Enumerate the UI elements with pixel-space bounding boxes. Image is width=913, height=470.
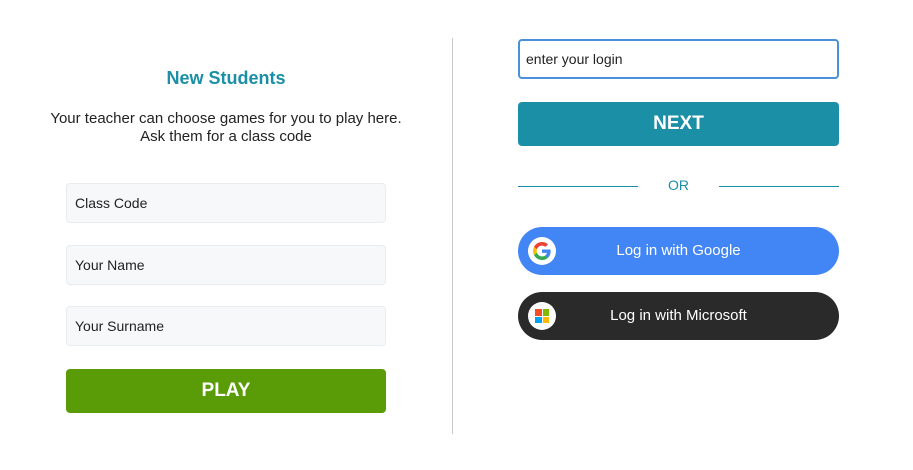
your-name-input[interactable] <box>66 245 386 285</box>
new-students-panel: New Students Your teacher can choose gam… <box>0 0 452 470</box>
microsoft-login-button[interactable]: Log in with Microsoft <box>518 292 839 340</box>
new-students-title: New Students <box>166 68 286 88</box>
or-line-right <box>719 186 839 187</box>
class-code-input[interactable] <box>66 183 386 223</box>
next-button[interactable]: NEXT <box>518 102 839 146</box>
microsoft-login-label: Log in with Microsoft <box>610 307 747 324</box>
description-line-1: Your teacher can choose games for you to… <box>50 110 402 127</box>
or-label: OR <box>668 177 689 193</box>
login-input[interactable] <box>518 39 839 79</box>
your-surname-input[interactable] <box>66 306 386 346</box>
new-students-description: Your teacher can choose games for you to… <box>0 110 452 146</box>
panel-divider <box>452 38 453 434</box>
google-login-button[interactable]: Log in with Google <box>518 227 839 275</box>
or-separator: OR <box>518 176 839 196</box>
play-button[interactable]: PLAY <box>66 369 386 413</box>
description-line-2: Ask them for a class code <box>140 128 312 145</box>
google-login-label: Log in with Google <box>616 242 741 259</box>
